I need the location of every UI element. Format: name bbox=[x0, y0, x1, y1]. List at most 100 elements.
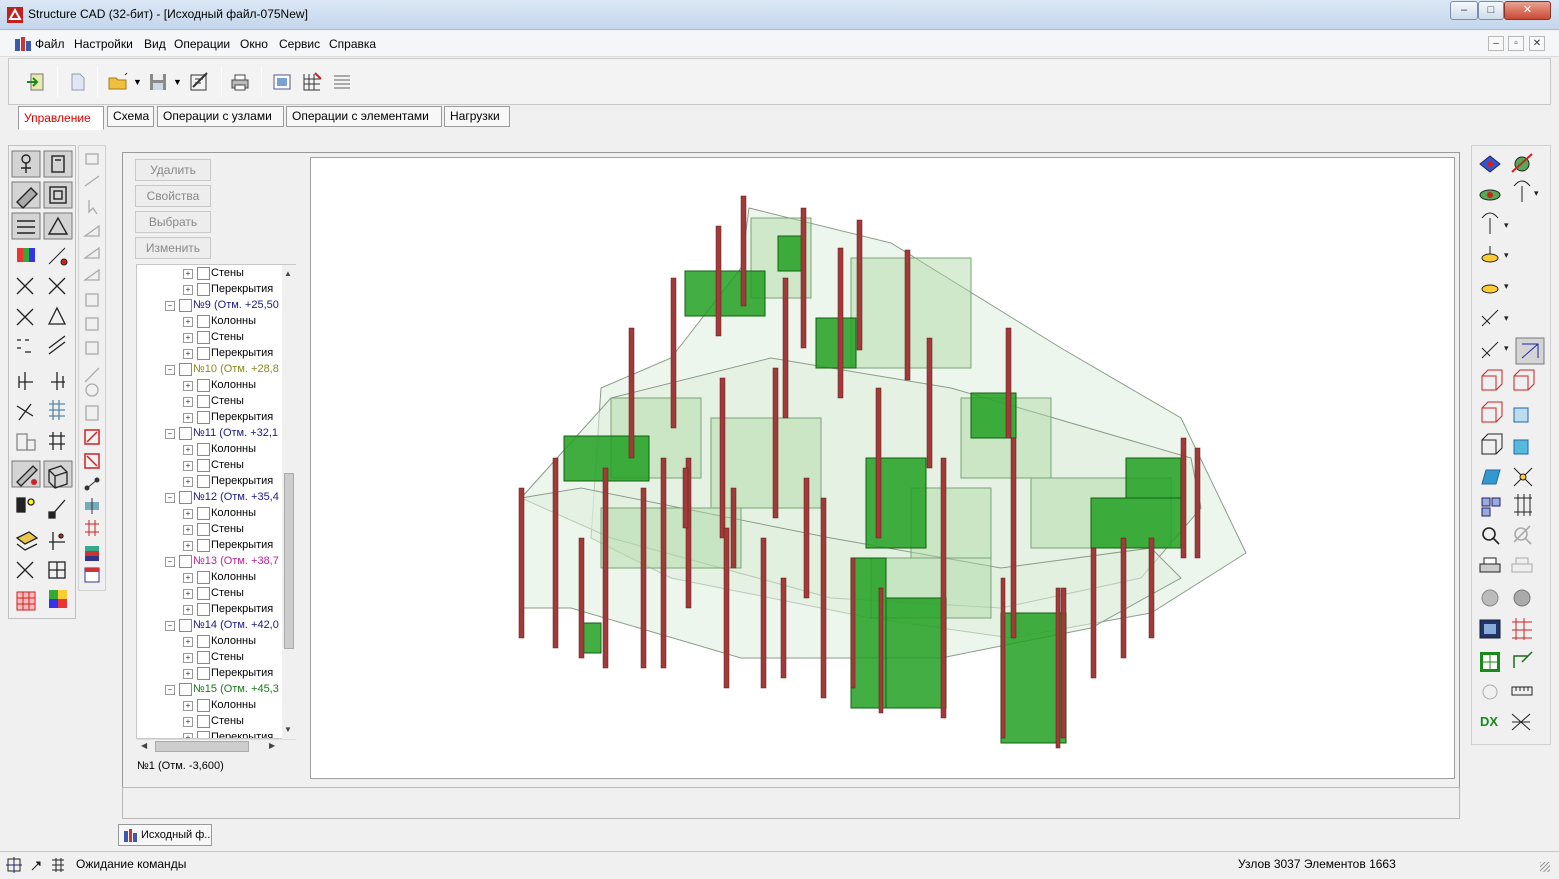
column-axis-icon[interactable] bbox=[18, 372, 33, 390]
move-disabled-icon[interactable] bbox=[84, 175, 100, 187]
grid-status-icon[interactable] bbox=[52, 858, 64, 872]
snap-icon[interactable] bbox=[6, 857, 22, 873]
ruler-icon[interactable] bbox=[1511, 686, 1533, 696]
model-viewport[interactable] bbox=[310, 157, 1455, 779]
close-button[interactable]: ✕ bbox=[1504, 1, 1551, 20]
tree-child-node[interactable]: + Перекрытия bbox=[137, 537, 295, 553]
expand-icon[interactable]: + bbox=[183, 461, 193, 471]
expand-icon[interactable]: + bbox=[183, 445, 193, 455]
pencil-disabled-icon[interactable] bbox=[84, 367, 100, 383]
command-line[interactable] bbox=[122, 787, 1460, 819]
copy-disabled-icon[interactable] bbox=[85, 153, 99, 165]
list-disabled-icon[interactable] bbox=[331, 71, 353, 93]
tree-checkbox[interactable] bbox=[179, 555, 192, 568]
cube-blue-icon[interactable] bbox=[1513, 407, 1529, 423]
expand-icon[interactable]: + bbox=[183, 509, 193, 519]
tab-loads[interactable]: Нагрузки bbox=[444, 106, 510, 127]
tree-child-node[interactable]: + Стены bbox=[137, 585, 295, 601]
tree-child-node[interactable]: + Колонны bbox=[137, 377, 295, 393]
axis-pan-icon[interactable]: ▾ bbox=[1481, 309, 1509, 327]
menu-file[interactable]: Файл bbox=[35, 37, 65, 51]
cube-cyan-icon[interactable] bbox=[1513, 439, 1529, 455]
document-tab[interactable]: Исходный ф... bbox=[118, 824, 212, 846]
green-table-icon[interactable] bbox=[1480, 652, 1500, 672]
cube-top-icon[interactable] bbox=[1481, 401, 1503, 423]
tree-child-node[interactable]: + Стены bbox=[137, 393, 295, 409]
delete-button[interactable]: Удалить bbox=[135, 159, 211, 181]
tree-checkbox[interactable] bbox=[197, 539, 210, 552]
menu-settings[interactable]: Настройки bbox=[74, 37, 133, 51]
tree-checkbox[interactable] bbox=[179, 363, 192, 376]
expand-icon[interactable]: + bbox=[183, 349, 193, 359]
collapse-icon[interactable]: − bbox=[165, 685, 175, 695]
expand-icon[interactable]: + bbox=[183, 397, 193, 407]
collapse-icon[interactable]: − bbox=[165, 621, 175, 631]
building-icon[interactable] bbox=[16, 433, 36, 451]
node-grid-red-icon[interactable] bbox=[85, 520, 99, 536]
cube-outline-icon[interactable] bbox=[1481, 433, 1503, 455]
fill-color-icon[interactable] bbox=[16, 497, 35, 513]
tree-checkbox[interactable] bbox=[197, 395, 210, 408]
collapse-icon[interactable]: − bbox=[165, 365, 175, 375]
tree-child-node[interactable]: + Перекрытия bbox=[137, 473, 295, 489]
expand-icon[interactable]: + bbox=[183, 717, 193, 727]
open-folder-icon[interactable] bbox=[107, 71, 129, 93]
tree-child-node[interactable]: + Колонны bbox=[137, 505, 295, 521]
tree-child-node[interactable]: + Перекрытия bbox=[137, 345, 295, 361]
node-shift-icon[interactable] bbox=[49, 532, 65, 550]
expand-icon[interactable]: + bbox=[183, 333, 193, 343]
print-icon[interactable] bbox=[229, 71, 251, 93]
tree-checkbox[interactable] bbox=[179, 619, 192, 632]
zoom-icon[interactable] bbox=[1482, 527, 1500, 545]
fragment-icon[interactable] bbox=[1481, 497, 1501, 517]
rotate-flat-icon[interactable]: ▾ bbox=[1481, 281, 1509, 294]
expand-icon[interactable]: + bbox=[183, 669, 193, 679]
box3-disabled-icon[interactable] bbox=[85, 341, 99, 355]
tree-child-node[interactable]: + Стены bbox=[137, 329, 295, 345]
rotate-x-icon[interactable] bbox=[1479, 155, 1501, 173]
tree-floor-node[interactable]: − №12 (Отм. +35,4 bbox=[137, 489, 295, 505]
box2-disabled-icon[interactable] bbox=[85, 317, 99, 331]
grid-table-icon[interactable] bbox=[301, 71, 323, 93]
cube-solid-icon[interactable] bbox=[1481, 469, 1501, 485]
tree-checkbox[interactable] bbox=[197, 523, 210, 536]
tree-checkbox[interactable] bbox=[197, 603, 210, 616]
colored-grid-icon[interactable] bbox=[16, 591, 36, 611]
node-ne-icon[interactable] bbox=[48, 277, 66, 295]
rotate-up-icon[interactable]: ▾ bbox=[1481, 246, 1509, 263]
node-link-icon[interactable] bbox=[47, 306, 67, 325]
triangle-disabled-icon[interactable] bbox=[82, 224, 100, 237]
print-view-icon[interactable] bbox=[1479, 557, 1501, 573]
split-node-icon[interactable] bbox=[84, 477, 100, 491]
tree-child-node[interactable]: + Перекрытия bbox=[137, 665, 295, 681]
expand-icon[interactable]: + bbox=[183, 701, 193, 711]
tree-checkbox[interactable] bbox=[197, 667, 210, 680]
expand-icon[interactable]: + bbox=[183, 637, 193, 647]
expand-icon[interactable]: + bbox=[183, 589, 193, 599]
tree-checkbox[interactable] bbox=[197, 459, 210, 472]
tree-floor-node[interactable]: − №11 (Отм. +32,1 bbox=[137, 425, 295, 441]
menu-view[interactable]: Вид bbox=[144, 37, 166, 51]
tree-checkbox[interactable] bbox=[197, 475, 210, 488]
stack-colored-icon[interactable] bbox=[85, 546, 99, 561]
modify-button[interactable]: Изменить bbox=[135, 237, 211, 259]
export-icon[interactable] bbox=[1513, 651, 1533, 668]
view-window-icon[interactable] bbox=[271, 71, 293, 93]
brush-icon[interactable] bbox=[48, 499, 66, 519]
menu-operations[interactable]: Операции bbox=[174, 37, 230, 51]
collapse-icon[interactable]: − bbox=[165, 493, 175, 503]
minimize-button[interactable]: – bbox=[1450, 1, 1478, 20]
tree-child-node[interactable]: + Колонны bbox=[137, 313, 295, 329]
mosaic-icon[interactable] bbox=[49, 590, 67, 608]
chevron-down-icon[interactable]: ▼ bbox=[173, 77, 182, 87]
floor-tree[interactable]: + Стены + Перекрытия − №9 (Отм. +25,50 + Колонн… bbox=[136, 264, 296, 739]
import-icon[interactable] bbox=[25, 71, 47, 93]
mdi-restore-button[interactable]: ▫ bbox=[1508, 36, 1524, 51]
orbit-icon[interactable] bbox=[1511, 153, 1533, 173]
expand-icon[interactable]: + bbox=[183, 413, 193, 423]
expand-icon[interactable]: + bbox=[183, 605, 193, 615]
collapse-icon[interactable]: − bbox=[165, 557, 175, 567]
tree-checkbox[interactable] bbox=[197, 379, 210, 392]
rotate-nodes-icon[interactable] bbox=[16, 403, 34, 421]
tab-management[interactable]: Управление bbox=[18, 106, 104, 130]
